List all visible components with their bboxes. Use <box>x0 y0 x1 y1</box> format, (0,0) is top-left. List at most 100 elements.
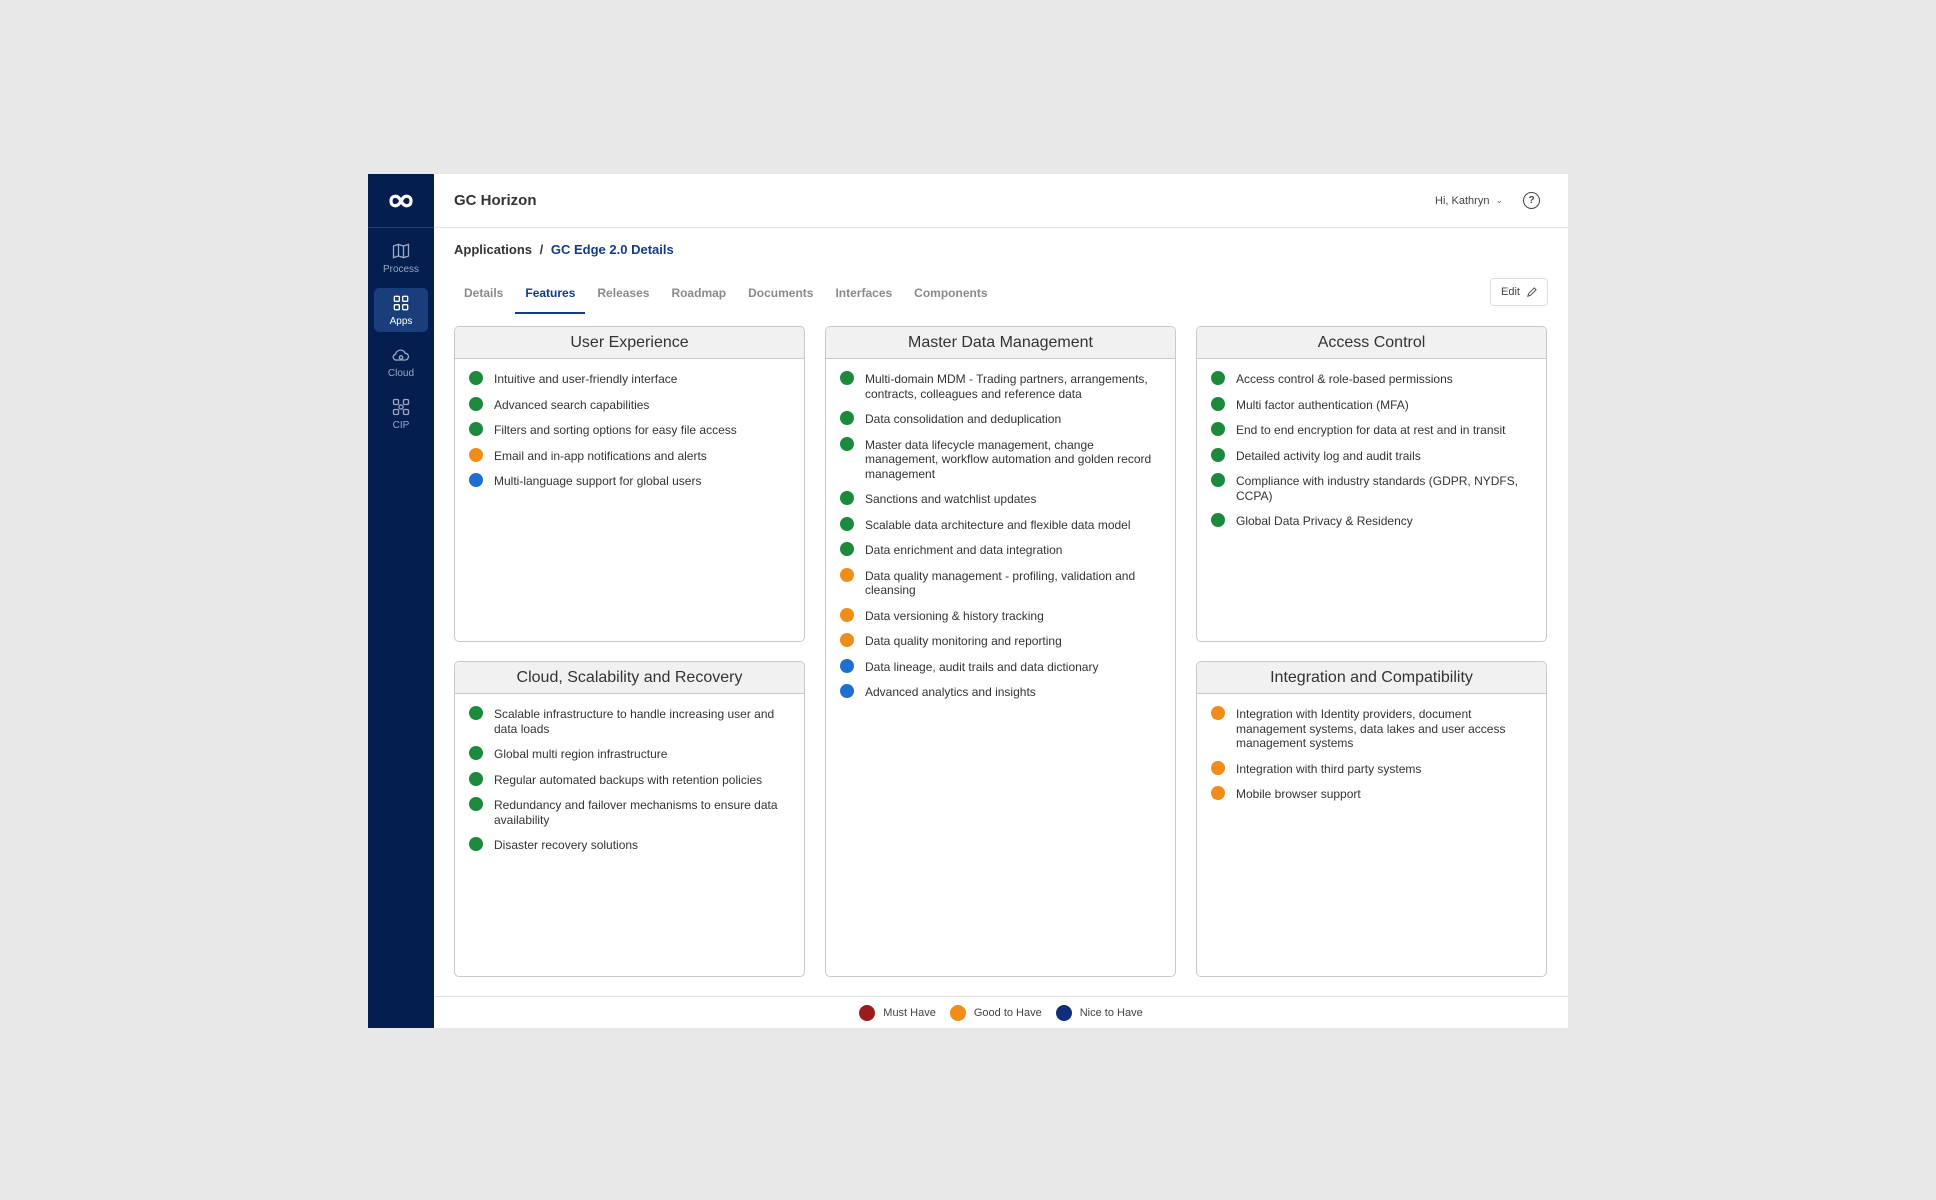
priority-dot <box>840 542 854 556</box>
sidebar-item-label: Apps <box>389 316 413 327</box>
priority-dot <box>840 371 854 385</box>
sidebar-item-label: CIP <box>392 420 410 431</box>
feature-text: Integration with third party systems <box>1236 761 1422 776</box>
breadcrumb-separator: / <box>539 242 544 257</box>
feature-text: Advanced search capabilities <box>494 397 650 412</box>
feature-item: Compliance with industry standards (GDPR… <box>1211 473 1532 503</box>
tab-components[interactable]: Components <box>904 274 997 314</box>
legend-item-must-have: Must Have <box>859 1004 936 1021</box>
sidebar-item-label: Cloud <box>387 368 415 379</box>
feature-list: Multi-domain MDM - Trading partners, arr… <box>826 359 1175 700</box>
priority-dot <box>469 447 483 462</box>
priority-dot <box>1211 760 1225 775</box>
sidebar-item-cip[interactable]: CIP <box>374 392 428 436</box>
feature-item: Global multi region infrastructure <box>469 746 790 762</box>
map-icon <box>392 243 410 259</box>
feature-item: Data consolidation and deduplication <box>840 411 1161 427</box>
feature-item: Advanced analytics and insights <box>840 684 1161 700</box>
sidebar-item-apps[interactable]: Apps <box>374 288 428 332</box>
tab-documents[interactable]: Documents <box>738 274 823 314</box>
feature-item: Disaster recovery solutions <box>469 837 790 853</box>
sidebar-item-cloud[interactable]: Cloud <box>374 340 428 384</box>
feature-text: Redundancy and failover mechanisms to en… <box>494 798 778 827</box>
feature-text: Email and in-app notifications and alert… <box>494 448 707 463</box>
feature-text: Scalable infrastructure to handle increa… <box>494 707 775 736</box>
tab-details[interactable]: Details <box>454 274 513 314</box>
legend-item-nice-to-have: Nice to Have <box>1055 1004 1143 1021</box>
user-greeting: Hi, Kathryn <box>1435 194 1490 207</box>
breadcrumb-current: GC Edge 2.0 Details <box>550 242 674 257</box>
feature-text: Sanctions and watchlist updates <box>865 492 1037 506</box>
card-title: Integration and Compatibility <box>1197 662 1546 694</box>
feature-item: Scalable infrastructure to handle increa… <box>469 706 790 736</box>
feature-item: End to end encryption for data at rest a… <box>1211 422 1532 438</box>
app-window: Process Apps Cloud CIP GC Horizon Hi, Ka… <box>368 174 1568 1028</box>
cloud-icon <box>392 349 410 361</box>
feature-list: Intuitive and user-friendly interface Adv… <box>455 359 804 489</box>
feature-text: Filters and sorting options for easy fil… <box>494 423 737 437</box>
feature-item: Filters and sorting options for easy fil… <box>469 422 790 438</box>
legend-swatch <box>859 1004 876 1021</box>
priority-dot <box>469 746 483 760</box>
tab-roadmap[interactable]: Roadmap <box>661 274 736 314</box>
priority-dot <box>840 491 854 505</box>
feature-text: Advanced analytics and insights <box>865 685 1036 699</box>
card-integration-compatibility: Integration and Compatibility Integratio… <box>1196 661 1547 977</box>
feature-text: Data quality monitoring and reporting <box>865 634 1062 648</box>
priority-dot <box>840 658 854 673</box>
brand-logo-icon <box>389 194 413 207</box>
feature-item: Multi-domain MDM - Trading partners, arr… <box>840 371 1161 401</box>
feature-text: Global Data Privacy & Residency <box>1236 514 1413 528</box>
priority-dot <box>840 607 854 622</box>
card-access-control: Access Control Access control & role-bas… <box>1196 326 1547 642</box>
priority-dot <box>469 837 483 851</box>
feature-text: Disaster recovery solutions <box>494 838 639 852</box>
sidebar-item-process[interactable]: Process <box>374 236 428 280</box>
priority-dot <box>469 371 483 385</box>
user-menu[interactable]: Hi, Kathryn ⌄ ? <box>1435 192 1548 209</box>
feature-item: Integration with third party systems <box>1211 760 1532 777</box>
priority-dot <box>1211 422 1225 436</box>
card-title: Cloud, Scalability and Recovery <box>455 662 804 694</box>
feature-text: Data quality management - profiling, val… <box>865 568 1136 598</box>
feature-item: Advanced search capabilities <box>469 396 790 413</box>
priority-dot <box>1211 786 1225 800</box>
feature-text: Data lineage, audit trails and data dict… <box>865 659 1099 674</box>
card-cloud-scalability-recovery: Cloud, Scalability and Recovery Scalable… <box>454 661 805 977</box>
legend-item-good-to-have: Good to Have <box>949 1004 1042 1021</box>
feature-list: Integration with Identity providers, doc… <box>1197 694 1546 802</box>
priority-dot <box>840 436 854 451</box>
top-header: GC Horizon Hi, Kathryn ⌄ ? <box>434 174 1568 228</box>
tab-interfaces[interactable]: Interfaces <box>825 274 902 314</box>
feature-text: Regular automated backups with retention… <box>494 772 763 787</box>
feature-text: Scalable data architecture and flexible … <box>865 517 1131 532</box>
priority-legend: Must Have Good to Have Nice to Have <box>434 996 1568 1028</box>
feature-text: Data consolidation and deduplication <box>865 412 1062 426</box>
help-icon[interactable]: ? <box>1523 192 1540 209</box>
logo[interactable] <box>368 174 434 228</box>
sidebar-item-label: Process <box>382 264 420 275</box>
edit-button[interactable]: Edit <box>1490 278 1548 306</box>
priority-dot <box>1211 396 1225 411</box>
pencil-icon <box>1527 286 1537 297</box>
priority-dot <box>1211 513 1225 527</box>
feature-list: Scalable infrastructure to handle increa… <box>455 694 804 853</box>
breadcrumb-applications[interactable]: Applications <box>454 242 532 257</box>
priority-dot <box>1211 706 1225 720</box>
chevron-down-icon: ⌄ <box>1495 195 1503 205</box>
feature-item: Scalable data architecture and flexible … <box>840 516 1161 533</box>
feature-text: Multi-domain MDM - Trading partners, arr… <box>865 372 1148 401</box>
priority-dot <box>840 516 854 531</box>
tab-releases[interactable]: Releases <box>587 274 659 314</box>
tab-features[interactable]: Features <box>515 274 586 314</box>
card-title: Master Data Management <box>826 327 1175 359</box>
feature-text: Detailed activity log and audit trails <box>1236 448 1421 463</box>
legend-label: Good to Have <box>973 1006 1042 1019</box>
priority-dot <box>840 567 854 582</box>
feature-text: Mobile browser support <box>1236 787 1361 801</box>
feature-item: Multi factor authentication (MFA) <box>1211 396 1532 413</box>
feature-text: Integration with Identity providers, doc… <box>1236 707 1506 750</box>
feature-item: Data quality monitoring and reporting <box>840 633 1161 649</box>
feature-item: Mobile browser support <box>1211 786 1532 802</box>
feature-text: Multi-language support for global users <box>494 474 702 488</box>
